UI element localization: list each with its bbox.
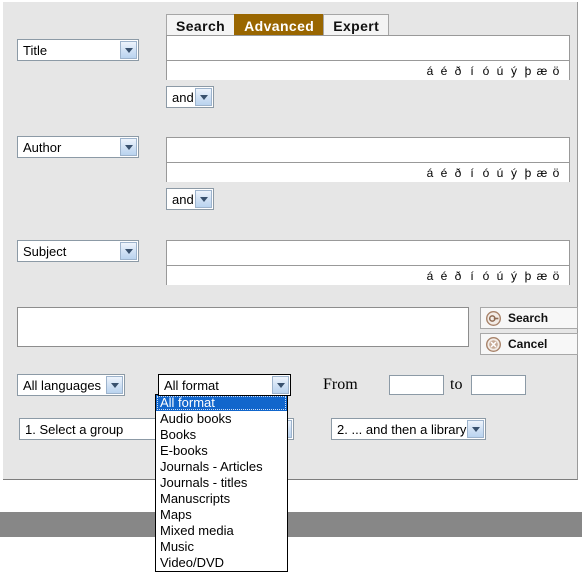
cancel-button-label: Cancel: [508, 337, 548, 351]
accent-char[interactable]: þ: [521, 166, 535, 180]
field-select-subject[interactable]: Subject: [17, 240, 139, 262]
advanced-search-panel: Search Advanced Expert Title á é ð í ó ú…: [3, 2, 578, 480]
freetext-search-input[interactable]: [17, 307, 469, 347]
accent-char[interactable]: á: [423, 166, 437, 180]
accent-char[interactable]: ó: [479, 166, 493, 180]
accent-char[interactable]: ö: [549, 166, 563, 180]
chevron-down-icon[interactable]: [120, 242, 137, 260]
tab-expert[interactable]: Expert: [323, 14, 390, 36]
boolean-select-1[interactable]: and: [166, 86, 214, 108]
field-select-title[interactable]: Title: [17, 39, 139, 61]
search-term-group-subject: á é ð í ó ú ý þ æ ö: [166, 240, 570, 285]
accent-char[interactable]: á: [423, 269, 437, 283]
chevron-down-icon[interactable]: [106, 376, 123, 394]
content-gap: [0, 481, 582, 512]
library-select[interactable]: 2. ... and then a library: [331, 418, 486, 440]
chevron-down-icon[interactable]: [120, 41, 137, 59]
dropdown-option[interactable]: Video/DVD: [156, 555, 287, 571]
to-label: to: [450, 376, 463, 393]
search-button-label: Search: [508, 311, 549, 325]
accent-char[interactable]: é: [437, 166, 451, 180]
accent-char[interactable]: ý: [507, 166, 521, 180]
accent-char[interactable]: ú: [493, 269, 507, 283]
accent-bar-title: á é ð í ó ú ý þ æ ö: [167, 61, 569, 80]
dropdown-option[interactable]: Maps: [156, 507, 287, 523]
dropdown-option[interactable]: E-books: [156, 443, 287, 459]
dropdown-option[interactable]: Music: [156, 539, 287, 555]
accent-char[interactable]: í: [465, 64, 479, 78]
format-select-label: All format: [164, 377, 219, 393]
footer-bar: [0, 512, 582, 537]
page-bottom-spacer: [0, 537, 582, 573]
dropdown-option[interactable]: All format: [156, 395, 287, 411]
search-term-group-author: á é ð í ó ú ý þ æ ö: [166, 137, 570, 182]
accent-char[interactable]: ý: [507, 64, 521, 78]
tab-search[interactable]: Search: [166, 14, 235, 36]
cancel-circle-icon: [486, 336, 501, 352]
search-term-group-title: á é ð í ó ú ý þ æ ö: [166, 35, 570, 80]
boolean-select-1-label: and: [172, 89, 194, 105]
search-button[interactable]: Search: [480, 307, 578, 329]
search-input-subject[interactable]: [167, 241, 569, 266]
boolean-select-2-label: and: [172, 191, 194, 207]
dropdown-option[interactable]: Mixed media: [156, 523, 287, 539]
accent-char[interactable]: ó: [479, 64, 493, 78]
accent-char[interactable]: í: [465, 269, 479, 283]
accent-char[interactable]: ú: [493, 64, 507, 78]
accent-char[interactable]: ú: [493, 166, 507, 180]
to-year-input[interactable]: [471, 375, 526, 395]
field-select-title-label: Title: [23, 42, 48, 58]
accent-char[interactable]: é: [437, 64, 451, 78]
accent-char[interactable]: ö: [549, 64, 563, 78]
chevron-down-icon[interactable]: [120, 138, 137, 156]
boolean-select-2[interactable]: and: [166, 188, 214, 210]
dropdown-option[interactable]: Manuscripts: [156, 491, 287, 507]
accent-bar-author: á é ð í ó ú ý þ æ ö: [167, 163, 569, 182]
language-select[interactable]: All languages: [17, 374, 125, 396]
cancel-button[interactable]: Cancel: [480, 333, 578, 355]
chevron-down-icon[interactable]: [272, 376, 289, 394]
accent-char[interactable]: ð: [451, 64, 465, 78]
accent-char[interactable]: ð: [451, 166, 465, 180]
accent-char[interactable]: ð: [451, 269, 465, 283]
search-mode-tabs: Search Advanced Expert: [166, 14, 390, 36]
dropdown-option[interactable]: Audio books: [156, 411, 287, 427]
chevron-down-icon[interactable]: [195, 88, 212, 106]
accent-char[interactable]: æ: [535, 64, 549, 78]
search-input-title[interactable]: [167, 36, 569, 61]
accent-char[interactable]: æ: [535, 166, 549, 180]
format-dropdown-list[interactable]: All format Audio books Books E-books Jou…: [155, 394, 288, 572]
chevron-down-icon[interactable]: [467, 420, 484, 438]
tab-advanced[interactable]: Advanced: [234, 14, 324, 36]
accent-char[interactable]: þ: [521, 269, 535, 283]
from-year-input[interactable]: [389, 375, 444, 395]
accent-char[interactable]: æ: [535, 269, 549, 283]
accent-char[interactable]: ö: [549, 269, 563, 283]
accent-char[interactable]: í: [465, 166, 479, 180]
accent-char[interactable]: ó: [479, 269, 493, 283]
dropdown-option[interactable]: Journals - titles: [156, 475, 287, 491]
field-select-author-label: Author: [23, 139, 62, 155]
accent-char[interactable]: þ: [521, 64, 535, 78]
accent-char[interactable]: é: [437, 269, 451, 283]
chevron-down-icon[interactable]: [195, 190, 212, 208]
field-select-subject-label: Subject: [23, 243, 67, 259]
dropdown-option[interactable]: Books: [156, 427, 287, 443]
accent-char[interactable]: ý: [507, 269, 521, 283]
accent-char[interactable]: á: [423, 64, 437, 78]
search-input-author[interactable]: [167, 138, 569, 163]
accent-bar-subject: á é ð í ó ú ý þ æ ö: [167, 266, 569, 285]
dropdown-option[interactable]: Journals - Articles: [156, 459, 287, 475]
from-label: From: [323, 376, 358, 393]
format-select[interactable]: All format: [158, 374, 291, 396]
search-circle-icon: [486, 310, 501, 326]
field-select-author[interactable]: Author: [17, 136, 139, 158]
library-select-label: 2. ... and then a library: [337, 421, 467, 437]
language-select-label: All languages: [23, 377, 102, 393]
